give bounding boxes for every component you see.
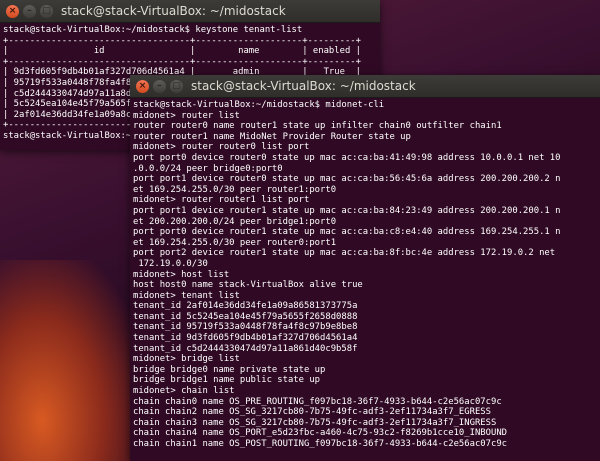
terminal-line: et 169.254.255.0/30 peer router0:port1 (133, 237, 337, 248)
minimize-icon[interactable]: – (153, 79, 166, 93)
terminal-line: +----------------------------------+----… (3, 35, 361, 46)
terminal-line: router router0 name router1 state up inf… (133, 121, 502, 132)
maximize-icon[interactable]: □ (40, 4, 53, 18)
terminal-line: +----------------------------------+----… (3, 56, 361, 67)
terminal-line: | id | name | enabled | (3, 46, 361, 57)
desktop-wallpaper (0, 260, 140, 461)
close-icon[interactable]: × (136, 79, 149, 93)
terminal-line: port port1 device router1 state up mac a… (133, 205, 561, 216)
terminal-line: chain chain4 name OS_PORT_e5d23fbc-a460-… (133, 428, 508, 439)
titlebar[interactable]: × – □ stack@stack-VirtualBox: ~/midostac… (130, 75, 600, 98)
terminal-line: stack@stack-VirtualBox:~/midostack$ keys… (3, 25, 303, 35)
terminal-line: chain chain1 name OS_POST_ROUTING_f097bc… (133, 439, 508, 449)
minimize-icon[interactable]: – (23, 4, 36, 18)
terminal-line: midonet> tenant list (133, 290, 240, 301)
maximize-icon[interactable]: □ (170, 79, 183, 93)
terminal-line: port port0 device router0 state up mac a… (133, 152, 561, 163)
close-icon[interactable]: × (6, 4, 19, 18)
terminal-line: chain chain0 name OS_PRE_ROUTING_f097bc1… (133, 396, 502, 407)
terminal-line: tenant_id c5d2444330474d97a11a861d40c9b5… (133, 343, 358, 354)
window-title: stack@stack-VirtualBox: ~/midostack (191, 79, 416, 93)
terminal-line: midonet> router router0 list port (133, 142, 310, 153)
terminal-line: midonet> bridge list (133, 354, 240, 365)
window-title: stack@stack-VirtualBox: ~/midostack (61, 4, 286, 18)
terminal-window-front[interactable]: × – □ stack@stack-VirtualBox: ~/midostac… (130, 75, 600, 461)
terminal-line: host host0 name stack-VirtualBox alive t… (133, 280, 363, 291)
terminal-line: tenant_id 2af014e36dd34fe1a09a8658137377… (133, 301, 358, 312)
terminal-line: et 169.254.255.0/30 peer router1:port0 (133, 184, 337, 195)
terminal-line: chain chain2 name OS_SG_3217cb80-7b75-49… (133, 407, 491, 418)
terminal-line: router router1 name MidoNet Provider Rou… (133, 131, 411, 142)
terminal-line: port port2 device router1 state up mac a… (133, 248, 556, 259)
terminal-line: midonet> router list (133, 110, 240, 121)
terminal-line: port port0 device router1 state up mac a… (133, 227, 561, 238)
terminal-line: tenant_id 9d3fd605f9db4b01af327d706d4561… (133, 333, 358, 344)
titlebar[interactable]: × – □ stack@stack-VirtualBox: ~/midostac… (0, 0, 380, 23)
terminal-line: .0.0.0/24 peer bridge0:port0 (133, 163, 283, 174)
terminal-line: midonet> chain list (133, 386, 235, 397)
terminal-line: bridge bridge1 name public state up (133, 375, 321, 386)
terminal-line: tenant_id 95719f533a0448f78fa4f8c97b9e8b… (133, 322, 358, 333)
terminal-output[interactable]: stack@stack-VirtualBox:~/midostack$ mido… (130, 98, 600, 461)
terminal-line: midonet> host list (133, 269, 230, 280)
terminal-line: port port1 device router0 state up mac a… (133, 174, 561, 185)
terminal-line: 172.19.0.0/30 (133, 258, 208, 269)
terminal-line: et 200.200.200.0/24 peer bridge1:port0 (133, 216, 337, 227)
terminal-line: chain chain3 name OS_SG_3217cb80-7b75-49… (133, 417, 497, 428)
terminal-line: bridge bridge0 name private state up (133, 364, 326, 375)
terminal-line: midonet> router router1 list port (133, 195, 310, 206)
terminal-line: tenant_id 5c5245ea104e45f79a5655f2658d08… (133, 311, 358, 322)
terminal-line: stack@stack-VirtualBox:~/midostack$ mido… (133, 100, 385, 110)
